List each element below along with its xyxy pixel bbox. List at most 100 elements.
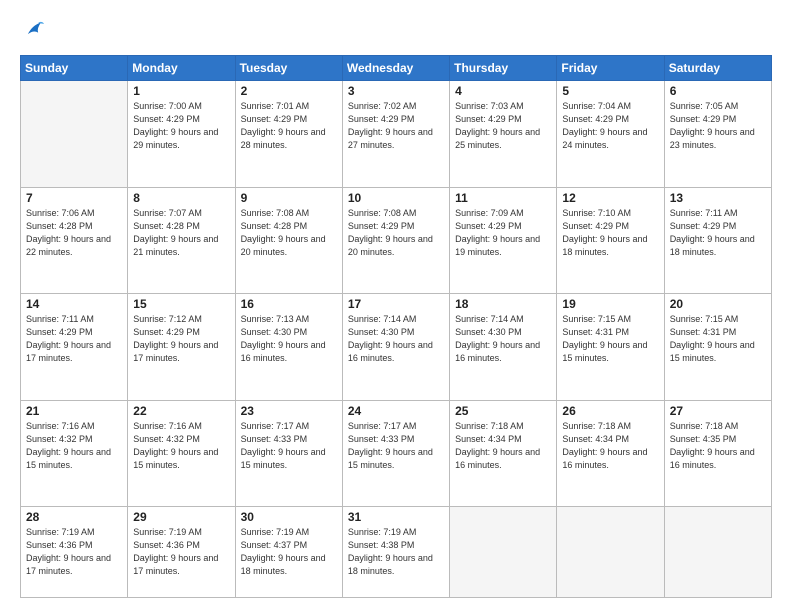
day-number: 27 xyxy=(670,404,766,418)
day-info: Sunrise: 7:18 AM Sunset: 4:34 PM Dayligh… xyxy=(562,420,658,472)
day-number: 10 xyxy=(348,191,444,205)
calendar-cell: 6 Sunrise: 7:05 AM Sunset: 4:29 PM Daylig… xyxy=(664,81,771,188)
page: SundayMondayTuesdayWednesdayThursdayFrid… xyxy=(0,0,792,612)
day-number: 21 xyxy=(26,404,122,418)
day-info: Sunrise: 7:19 AM Sunset: 4:36 PM Dayligh… xyxy=(133,526,229,578)
day-info: Sunrise: 7:04 AM Sunset: 4:29 PM Dayligh… xyxy=(562,100,658,152)
calendar-cell: 23 Sunrise: 7:17 AM Sunset: 4:33 PM Dayli… xyxy=(235,400,342,507)
week-row-2: 7 Sunrise: 7:06 AM Sunset: 4:28 PM Daylig… xyxy=(21,187,772,294)
day-number: 15 xyxy=(133,297,229,311)
header xyxy=(20,18,772,45)
calendar-cell: 20 Sunrise: 7:15 AM Sunset: 4:31 PM Dayli… xyxy=(664,294,771,401)
day-info: Sunrise: 7:16 AM Sunset: 4:32 PM Dayligh… xyxy=(26,420,122,472)
weekday-header-tuesday: Tuesday xyxy=(235,56,342,81)
calendar-cell: 21 Sunrise: 7:16 AM Sunset: 4:32 PM Dayli… xyxy=(21,400,128,507)
calendar-cell: 9Sunrise: 7:08 AM Sunset: 4:28 PM Daylig… xyxy=(235,187,342,294)
day-number: 29 xyxy=(133,510,229,524)
week-row-1: 1 Sunrise: 7:00 AM Sunset: 4:29 PM Daylig… xyxy=(21,81,772,188)
calendar-cell: 26 Sunrise: 7:18 AM Sunset: 4:34 PM Dayli… xyxy=(557,400,664,507)
day-info: Sunrise: 7:16 AM Sunset: 4:32 PM Dayligh… xyxy=(133,420,229,472)
day-info: Sunrise: 7:15 AM Sunset: 4:31 PM Dayligh… xyxy=(562,313,658,365)
day-info: Sunrise: 7:08 AM Sunset: 4:29 PM Dayligh… xyxy=(348,207,444,259)
calendar-cell xyxy=(664,507,771,598)
logo-bird-icon xyxy=(22,18,44,40)
day-info: Sunrise: 7:17 AM Sunset: 4:33 PM Dayligh… xyxy=(348,420,444,472)
day-info: Sunrise: 7:19 AM Sunset: 4:37 PM Dayligh… xyxy=(241,526,337,578)
day-info: Sunrise: 7:17 AM Sunset: 4:33 PM Dayligh… xyxy=(241,420,337,472)
day-number: 26 xyxy=(562,404,658,418)
day-number: 31 xyxy=(348,510,444,524)
calendar-cell: 13 Sunrise: 7:11 AM Sunset: 4:29 PM Dayli… xyxy=(664,187,771,294)
calendar-cell: 1 Sunrise: 7:00 AM Sunset: 4:29 PM Daylig… xyxy=(128,81,235,188)
day-info: Sunrise: 7:09 AM Sunset: 4:29 PM Dayligh… xyxy=(455,207,551,259)
day-number: 30 xyxy=(241,510,337,524)
day-number: 5 xyxy=(562,84,658,98)
day-info: Sunrise: 7:11 AM Sunset: 4:29 PM Dayligh… xyxy=(26,313,122,365)
weekday-header-sunday: Sunday xyxy=(21,56,128,81)
day-number: 7 xyxy=(26,191,122,205)
calendar-cell: 28Sunrise: 7:19 AM Sunset: 4:36 PM Dayli… xyxy=(21,507,128,598)
day-number: 3 xyxy=(348,84,444,98)
day-info: Sunrise: 7:13 AM Sunset: 4:30 PM Dayligh… xyxy=(241,313,337,365)
day-info: Sunrise: 7:10 AM Sunset: 4:29 PM Dayligh… xyxy=(562,207,658,259)
calendar-cell xyxy=(450,507,557,598)
day-number: 17 xyxy=(348,297,444,311)
weekday-header-friday: Friday xyxy=(557,56,664,81)
calendar-table: SundayMondayTuesdayWednesdayThursdayFrid… xyxy=(20,55,772,598)
weekday-header-monday: Monday xyxy=(128,56,235,81)
calendar-header-row: SundayMondayTuesdayWednesdayThursdayFrid… xyxy=(21,56,772,81)
calendar-cell: 11Sunrise: 7:09 AM Sunset: 4:29 PM Dayli… xyxy=(450,187,557,294)
day-info: Sunrise: 7:03 AM Sunset: 4:29 PM Dayligh… xyxy=(455,100,551,152)
calendar-cell: 12 Sunrise: 7:10 AM Sunset: 4:29 PM Dayli… xyxy=(557,187,664,294)
day-info: Sunrise: 7:19 AM Sunset: 4:38 PM Dayligh… xyxy=(348,526,444,578)
day-info: Sunrise: 7:06 AM Sunset: 4:28 PM Dayligh… xyxy=(26,207,122,259)
day-info: Sunrise: 7:12 AM Sunset: 4:29 PM Dayligh… xyxy=(133,313,229,365)
day-info: Sunrise: 7:02 AM Sunset: 4:29 PM Dayligh… xyxy=(348,100,444,152)
calendar-cell: 19 Sunrise: 7:15 AM Sunset: 4:31 PM Dayli… xyxy=(557,294,664,401)
day-number: 23 xyxy=(241,404,337,418)
day-number: 13 xyxy=(670,191,766,205)
calendar-cell: 2Sunrise: 7:01 AM Sunset: 4:29 PM Daylig… xyxy=(235,81,342,188)
day-number: 25 xyxy=(455,404,551,418)
day-number: 8 xyxy=(133,191,229,205)
day-number: 12 xyxy=(562,191,658,205)
day-info: Sunrise: 7:14 AM Sunset: 4:30 PM Dayligh… xyxy=(455,313,551,365)
day-info: Sunrise: 7:11 AM Sunset: 4:29 PM Dayligh… xyxy=(670,207,766,259)
weekday-header-saturday: Saturday xyxy=(664,56,771,81)
calendar-cell: 4Sunrise: 7:03 AM Sunset: 4:29 PM Daylig… xyxy=(450,81,557,188)
day-number: 19 xyxy=(562,297,658,311)
calendar-cell: 10 Sunrise: 7:08 AM Sunset: 4:29 PM Dayli… xyxy=(342,187,449,294)
day-number: 18 xyxy=(455,297,551,311)
calendar-cell: 14Sunrise: 7:11 AM Sunset: 4:29 PM Dayli… xyxy=(21,294,128,401)
calendar-cell: 3 Sunrise: 7:02 AM Sunset: 4:29 PM Daylig… xyxy=(342,81,449,188)
calendar-cell: 27 Sunrise: 7:18 AM Sunset: 4:35 PM Dayli… xyxy=(664,400,771,507)
day-info: Sunrise: 7:14 AM Sunset: 4:30 PM Dayligh… xyxy=(348,313,444,365)
calendar-cell xyxy=(557,507,664,598)
calendar-cell: 31 Sunrise: 7:19 AM Sunset: 4:38 PM Dayli… xyxy=(342,507,449,598)
day-info: Sunrise: 7:01 AM Sunset: 4:29 PM Dayligh… xyxy=(241,100,337,152)
weekday-header-thursday: Thursday xyxy=(450,56,557,81)
calendar-cell: 17 Sunrise: 7:14 AM Sunset: 4:30 PM Dayli… xyxy=(342,294,449,401)
day-info: Sunrise: 7:18 AM Sunset: 4:35 PM Dayligh… xyxy=(670,420,766,472)
calendar-cell: 7 Sunrise: 7:06 AM Sunset: 4:28 PM Daylig… xyxy=(21,187,128,294)
calendar-cell: 5 Sunrise: 7:04 AM Sunset: 4:29 PM Daylig… xyxy=(557,81,664,188)
calendar-cell xyxy=(21,81,128,188)
day-info: Sunrise: 7:00 AM Sunset: 4:29 PM Dayligh… xyxy=(133,100,229,152)
day-info: Sunrise: 7:15 AM Sunset: 4:31 PM Dayligh… xyxy=(670,313,766,365)
calendar-cell: 22 Sunrise: 7:16 AM Sunset: 4:32 PM Dayli… xyxy=(128,400,235,507)
calendar-cell: 24Sunrise: 7:17 AM Sunset: 4:33 PM Dayli… xyxy=(342,400,449,507)
day-number: 6 xyxy=(670,84,766,98)
calendar-cell: 25Sunrise: 7:18 AM Sunset: 4:34 PM Dayli… xyxy=(450,400,557,507)
day-number: 1 xyxy=(133,84,229,98)
day-number: 20 xyxy=(670,297,766,311)
weekday-header-wednesday: Wednesday xyxy=(342,56,449,81)
calendar-cell: 30 Sunrise: 7:19 AM Sunset: 4:37 PM Dayli… xyxy=(235,507,342,598)
day-info: Sunrise: 7:05 AM Sunset: 4:29 PM Dayligh… xyxy=(670,100,766,152)
day-number: 16 xyxy=(241,297,337,311)
calendar-cell: 29 Sunrise: 7:19 AM Sunset: 4:36 PM Dayli… xyxy=(128,507,235,598)
calendar-cell: 18 Sunrise: 7:14 AM Sunset: 4:30 PM Dayli… xyxy=(450,294,557,401)
calendar-cell: 8 Sunrise: 7:07 AM Sunset: 4:28 PM Daylig… xyxy=(128,187,235,294)
week-row-3: 14Sunrise: 7:11 AM Sunset: 4:29 PM Dayli… xyxy=(21,294,772,401)
day-info: Sunrise: 7:07 AM Sunset: 4:28 PM Dayligh… xyxy=(133,207,229,259)
day-number: 22 xyxy=(133,404,229,418)
